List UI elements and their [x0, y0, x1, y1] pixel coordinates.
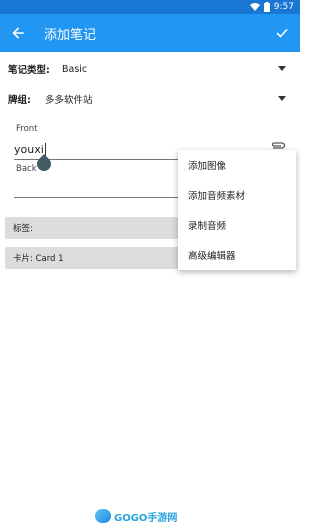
- watermark: GOGO手游网: [95, 507, 205, 525]
- status-icons: 9:57: [249, 1, 294, 13]
- watermark-text: GOGO手游网: [114, 512, 178, 524]
- wifi-icon: [249, 3, 260, 11]
- page-title: 添加笔记: [44, 27, 97, 43]
- status-time: 9:57: [273, 2, 294, 12]
- deck-label: 牌组:: [8, 95, 31, 106]
- dropdown-caret-icon: [278, 66, 286, 71]
- check-icon: [276, 28, 288, 38]
- tags-label: 标签:: [13, 224, 33, 234]
- menu-item-add-audio[interactable]: 添加音频素材: [178, 180, 296, 210]
- arrow-back-icon: [12, 27, 24, 39]
- menu-item-advanced-editor[interactable]: 高级编辑器: [178, 240, 296, 270]
- status-bar: 9:57: [0, 0, 300, 14]
- watermark-logo: [95, 509, 111, 523]
- note-type-selector[interactable]: 笔记类型: Basic: [0, 55, 300, 83]
- back-button[interactable]: [0, 14, 36, 52]
- app-bar: 添加笔记: [0, 14, 300, 52]
- note-type-value: Basic: [62, 63, 88, 75]
- save-button[interactable]: [264, 14, 300, 52]
- back-field-label: Back: [16, 164, 37, 174]
- menu-item-record-audio[interactable]: 录制音频: [178, 210, 296, 240]
- deck-selector[interactable]: 牌组: 多多软件站: [0, 85, 300, 113]
- menu-item-add-image[interactable]: 添加图像: [178, 150, 296, 180]
- front-field-label: Front: [16, 124, 38, 134]
- battery-icon: [263, 2, 270, 12]
- deck-value: 多多软件站: [45, 95, 93, 106]
- note-type-label: 笔记类型:: [8, 65, 50, 76]
- dropdown-caret-icon: [278, 96, 286, 101]
- cards-label: 卡片: Card 1: [13, 254, 64, 264]
- field-options-menu: 添加图像 添加音频素材 录制音频 高级编辑器: [178, 150, 296, 270]
- front-field-value: youxi: [14, 143, 44, 156]
